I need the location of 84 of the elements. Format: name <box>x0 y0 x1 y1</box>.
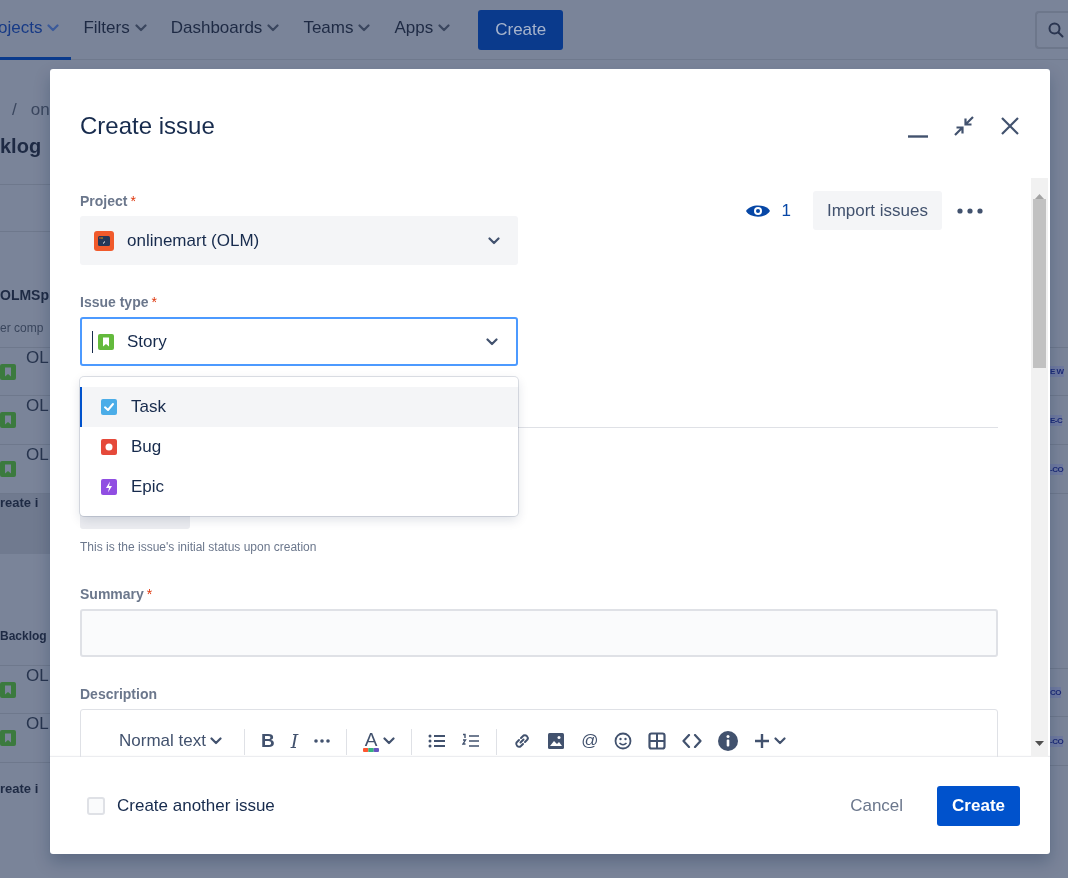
project-avatar-icon <box>94 230 114 251</box>
sprint-meta: er comp <box>0 320 44 337</box>
required-asterisk: * <box>151 293 157 312</box>
issue-type-select[interactable]: Story <box>80 317 518 366</box>
sprint-title: OLMSp <box>0 286 49 305</box>
epic-tag: -CO <box>1050 463 1064 475</box>
menu-option[interactable]: Task <box>80 387 518 427</box>
search-field[interactable] <box>1035 10 1068 49</box>
chevron-down-icon <box>134 24 147 32</box>
breadcrumb-separator: / <box>12 100 17 120</box>
mention-button[interactable]: @ <box>573 729 607 753</box>
close-icon <box>1000 116 1020 136</box>
project-select[interactable]: onlinemart (OLM) <box>80 216 518 265</box>
smiley-icon <box>614 732 633 750</box>
bookmark-icon <box>98 333 114 350</box>
image-icon <box>547 732 566 750</box>
epic-tag: -CO <box>1050 735 1064 747</box>
field-label: Issue type <box>80 293 149 312</box>
chevron-down-icon <box>383 737 396 745</box>
text-style-dropdown[interactable]: Normal text <box>105 729 236 753</box>
chevron-down-icon <box>438 24 451 32</box>
dialog-title: Create issue <box>80 111 216 141</box>
chevron-down-icon <box>47 24 60 32</box>
chevron-down-icon <box>267 24 280 32</box>
chevron-down-icon <box>209 737 222 745</box>
required-asterisk: * <box>146 585 153 604</box>
plus-icon <box>754 733 771 749</box>
chevron-down-icon <box>488 236 500 245</box>
scrollbar-thumb[interactable] <box>1033 199 1046 368</box>
helper-text: This is the issue's initial status upon creation <box>80 539 318 555</box>
info-icon <box>718 731 739 751</box>
bullet-list-icon <box>428 734 447 748</box>
create-button[interactable]: Create <box>478 9 564 50</box>
chevron-down-icon <box>358 24 371 32</box>
table-icon <box>648 732 667 750</box>
page-heading: klog <box>0 134 42 159</box>
nav-menu-item[interactable]: Teams <box>291 0 383 60</box>
bug-icon <box>101 439 117 455</box>
lightning-icon <box>101 479 117 495</box>
field-label: Summary <box>80 585 144 604</box>
numbered-list-icon <box>462 733 481 749</box>
epic-tag: E-C <box>1050 414 1063 426</box>
link-icon <box>513 732 532 750</box>
more-icon <box>314 739 331 743</box>
story-icon <box>0 681 16 698</box>
code-icon <box>682 734 703 748</box>
story-icon <box>0 461 16 477</box>
nav-menu-item[interactable]: Dashboards <box>158 0 292 60</box>
color-bar-icon <box>363 747 380 752</box>
scroll-down-arrow-icon <box>1035 741 1044 746</box>
epic-tag: CO <box>1050 687 1061 698</box>
epic-tag: E W <box>1050 366 1064 377</box>
required-asterisk: * <box>130 192 136 211</box>
minimize-icon <box>908 135 928 138</box>
menu-option[interactable]: Bug <box>80 427 518 467</box>
scrollbar[interactable] <box>1031 178 1048 757</box>
chevron-down-icon <box>774 737 787 745</box>
story-icon <box>0 412 16 428</box>
cancel-button[interactable]: Cancel <box>832 785 922 826</box>
italic-button[interactable]: I <box>282 729 307 753</box>
create-issue-row[interactable]: reate i <box>0 763 39 815</box>
menu-option[interactable]: Epic <box>80 467 518 507</box>
bold-button[interactable]: B <box>252 729 283 753</box>
collapse-arrows-icon <box>953 115 975 137</box>
description-editor[interactable]: Normal text B I A @ <box>80 709 998 757</box>
story-icon <box>0 730 16 746</box>
create-button[interactable]: Create <box>937 785 1020 826</box>
more-icon <box>957 207 983 214</box>
field-label: Description <box>80 685 157 704</box>
text-color-button[interactable]: A <box>355 729 404 753</box>
create-another-checkbox[interactable]: Create another issue <box>87 795 275 816</box>
checkbox[interactable] <box>87 796 105 815</box>
import-issues-button[interactable]: Import issues <box>812 191 942 230</box>
task-checkbox-icon <box>101 399 117 415</box>
search-icon <box>1048 21 1064 38</box>
summary-input[interactable] <box>80 609 998 657</box>
chevron-down-icon <box>486 337 498 346</box>
nav-menu-item[interactable]: Apps <box>382 0 463 60</box>
backlog-title: Backlog <box>0 628 47 645</box>
story-icon <box>0 363 16 380</box>
scroll-up-arrow-icon <box>1035 194 1044 199</box>
nav-menu-item[interactable]: Filters <box>71 0 159 60</box>
watchers-button[interactable]: 1 <box>745 200 791 221</box>
field-label: Project <box>80 192 128 211</box>
